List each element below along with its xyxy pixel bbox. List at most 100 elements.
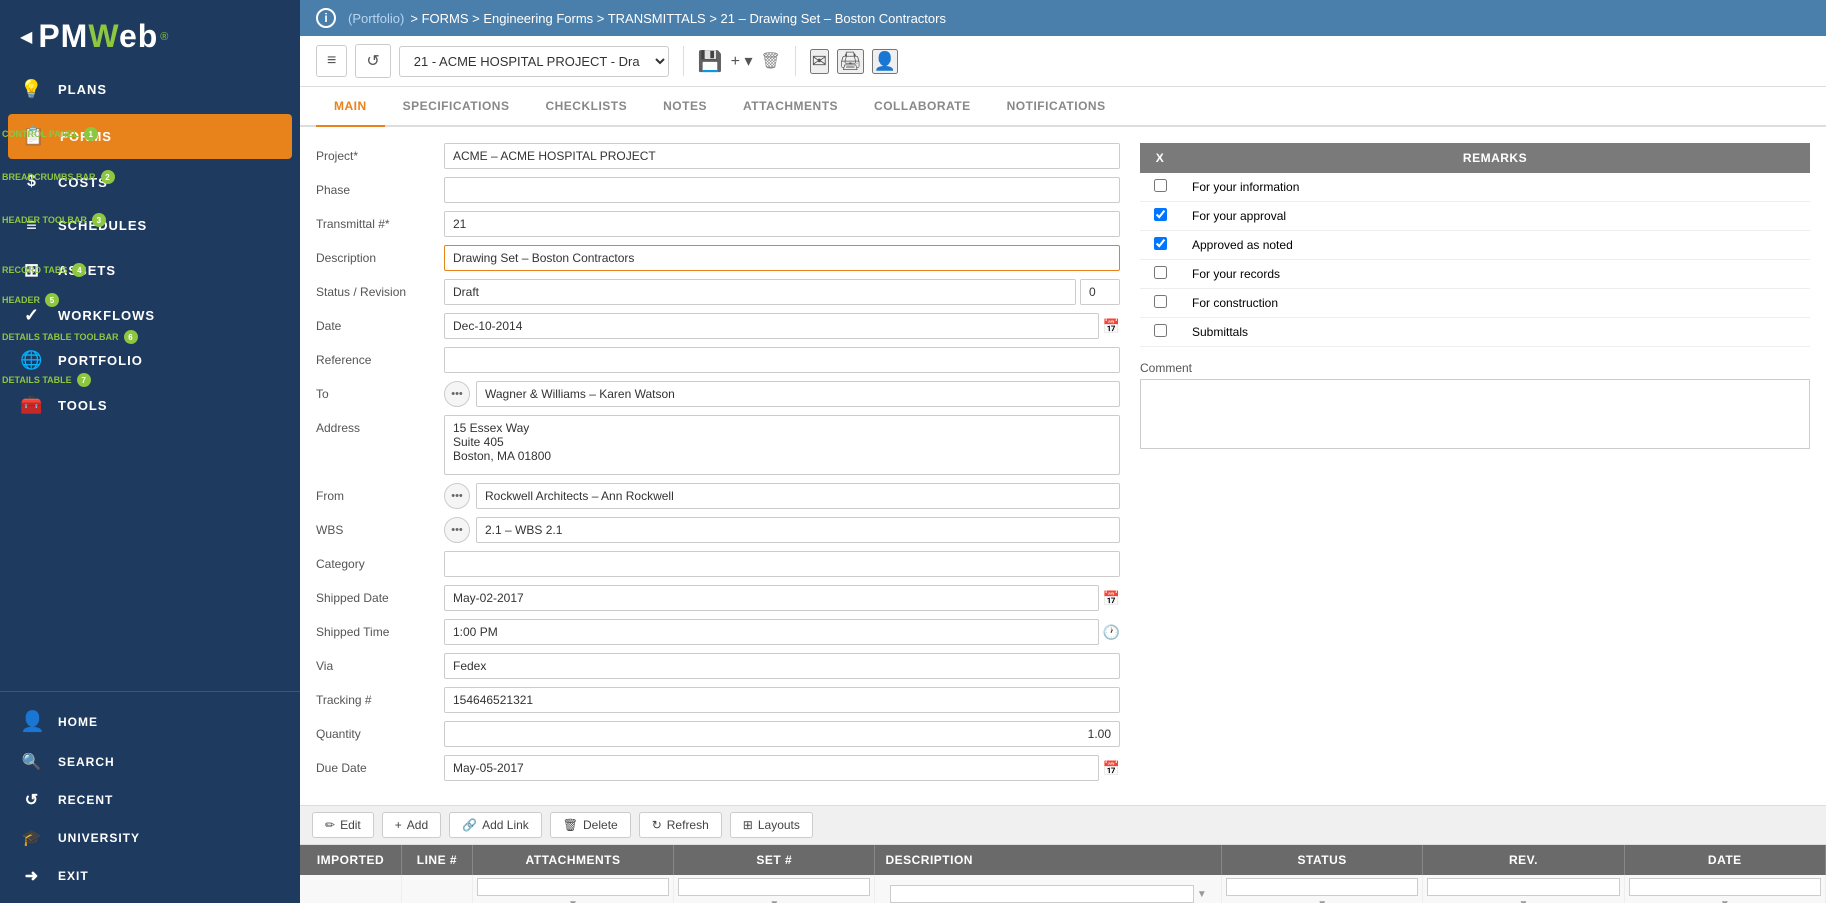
save-button[interactable]: 💾 [698, 49, 723, 74]
project-select[interactable]: ACME – ACME HOSPITAL PROJECT [444, 143, 1120, 169]
wbs-dots-button[interactable]: ••• [444, 517, 470, 543]
address-textarea[interactable]: 15 Essex Way Suite 405 Boston, MA 01800 [444, 415, 1120, 475]
sidebar-item-schedules[interactable]: ≡ SCHEDULES [0, 203, 300, 248]
date-calendar-button[interactable]: 📅 [1103, 318, 1120, 335]
remark-check-4[interactable] [1140, 260, 1180, 289]
tab-checklists[interactable]: CHECKLISTS [527, 87, 645, 127]
date-input[interactable] [444, 313, 1099, 339]
tab-specifications[interactable]: SPECIFICATIONS [385, 87, 528, 127]
sidebar-item-forms[interactable]: 📋 FORMS [8, 114, 292, 159]
from-dots-button[interactable]: ••• [444, 483, 470, 509]
undo-button[interactable]: ↺ [355, 44, 390, 78]
remark-check-2[interactable] [1140, 202, 1180, 231]
filter-rev-icon[interactable]: ▼ [1519, 899, 1529, 903]
back-button[interactable]: ◀ [20, 27, 32, 47]
refresh-button[interactable]: ↻ Refresh [639, 812, 722, 838]
category-select[interactable] [444, 551, 1120, 577]
from-select[interactable]: Rockwell Architects – Ann Rockwell [476, 483, 1120, 509]
to-dots-button[interactable]: ••• [444, 381, 470, 407]
remark-check-3[interactable] [1140, 231, 1180, 260]
hamburger-button[interactable]: ≡ [316, 45, 347, 77]
header-toolbar: ≡ ↺ 21 - ACME HOSPITAL PROJECT - Dra 💾 +… [300, 36, 1826, 87]
sidebar-item-workflows[interactable]: ✓ WORKFLOWS [0, 293, 300, 338]
remark-checkbox-2[interactable] [1154, 208, 1167, 221]
filter-set-input[interactable] [678, 878, 870, 896]
revision-input[interactable] [1080, 279, 1120, 305]
tab-attachments[interactable]: ATTACHMENTS [725, 87, 856, 127]
filter-attachments-input[interactable] [477, 878, 669, 896]
user-button[interactable]: 👤 [872, 49, 898, 74]
filter-status-icon[interactable]: ▼ [1317, 899, 1327, 903]
breadcrumb-portfolio-link[interactable]: (Portfolio) [348, 11, 404, 26]
remark-checkbox-6[interactable] [1154, 324, 1167, 337]
delete-detail-button[interactable]: 🗑 Delete [550, 812, 631, 838]
shipped-date-input[interactable] [444, 585, 1099, 611]
sidebar-item-costs[interactable]: $ COSTS [0, 161, 300, 203]
remark-check-1[interactable] [1140, 173, 1180, 202]
add-button[interactable]: + ▾ [731, 51, 753, 71]
remark-check-6[interactable] [1140, 318, 1180, 347]
via-select[interactable]: Fedex [444, 653, 1120, 679]
filter-rev[interactable]: ▼ [1423, 875, 1624, 903]
tab-collaborate[interactable]: COLLABORATE [856, 87, 989, 127]
phase-select[interactable] [444, 177, 1120, 203]
shipped-date-calendar-button[interactable]: 📅 [1103, 590, 1120, 607]
layouts-button[interactable]: ⊞ Layouts [730, 812, 813, 838]
filter-status[interactable]: ▼ [1222, 875, 1423, 903]
add-link-button[interactable]: 🔗 Add Link [449, 812, 542, 838]
phase-select-wrapper [444, 177, 1120, 203]
sidebar-item-exit[interactable]: ➜ EXIT [0, 857, 300, 895]
sidebar-item-tools[interactable]: 🧰 TOOLS [0, 383, 300, 428]
filter-set-icon[interactable]: ▼ [769, 899, 779, 903]
due-date-calendar-button[interactable]: 📅 [1103, 760, 1120, 777]
remark-check-5[interactable] [1140, 289, 1180, 318]
comment-area: Comment [1140, 361, 1810, 454]
email-button[interactable]: ✉ [810, 49, 829, 74]
filter-attachments-icon[interactable]: ▼ [568, 899, 578, 903]
sidebar-item-home[interactable]: 👤 HOME [0, 700, 300, 743]
shipped-time-input[interactable] [444, 619, 1099, 645]
edit-button[interactable]: ✏ Edit [312, 812, 374, 838]
transmittal-input[interactable] [444, 211, 1120, 237]
tab-notifications[interactable]: NOTIFICATIONS [989, 87, 1124, 127]
sidebar-item-recent[interactable]: ↺ RECENT [0, 781, 300, 819]
description-input[interactable] [444, 245, 1120, 271]
filter-date-icon[interactable]: ▼ [1720, 899, 1730, 903]
filter-attachments[interactable]: ▼ [472, 875, 673, 903]
filter-rev-input[interactable] [1427, 878, 1619, 896]
to-select[interactable]: Wagner & Williams – Karen Watson [476, 381, 1120, 407]
sidebar-item-assets[interactable]: ⊞ ASSETS [0, 248, 300, 293]
delete-button[interactable]: 🗑 [760, 51, 780, 71]
tracking-input[interactable] [444, 687, 1120, 713]
quantity-input[interactable] [444, 721, 1120, 747]
filter-status-input[interactable] [1226, 878, 1418, 896]
filter-description[interactable]: ▼ [875, 875, 1222, 903]
filter-date[interactable]: ▼ [1624, 875, 1825, 903]
tab-notes[interactable]: NOTES [645, 87, 725, 127]
remark-checkbox-3[interactable] [1154, 237, 1167, 250]
sidebar-item-university[interactable]: 🎓 UNIVERSITY [0, 819, 300, 857]
print-button[interactable]: 🖨 [837, 49, 864, 74]
sidebar-item-portfolio[interactable]: 🌐 PORTFOLIO [0, 338, 300, 383]
filter-date-input[interactable] [1629, 878, 1821, 896]
add-detail-button[interactable]: + Add [382, 812, 441, 838]
remark-checkbox-1[interactable] [1154, 179, 1167, 192]
reference-input[interactable] [444, 347, 1120, 373]
sidebar-item-search[interactable]: 🔍 SEARCH [0, 743, 300, 781]
info-icon[interactable]: i [316, 8, 336, 28]
tab-main[interactable]: MAIN [316, 87, 385, 127]
sidebar-bottom: 👤 HOME 🔍 SEARCH ↺ RECENT 🎓 UNIVERSITY ➜ … [0, 691, 300, 903]
remark-checkbox-5[interactable] [1154, 295, 1167, 308]
due-date-input[interactable] [444, 755, 1099, 781]
comment-textarea[interactable] [1140, 379, 1810, 449]
wbs-select[interactable]: 2.1 – WBS 2.1 [476, 517, 1120, 543]
filter-set[interactable]: ▼ [674, 875, 875, 903]
remark-checkbox-4[interactable] [1154, 266, 1167, 279]
status-select[interactable]: Draft [444, 279, 1076, 305]
forms-icon: 📋 [22, 126, 46, 147]
record-dropdown[interactable]: 21 - ACME HOSPITAL PROJECT - Dra [399, 46, 669, 77]
filter-description-icon[interactable]: ▼ [1197, 889, 1207, 900]
sidebar-item-plans[interactable]: 💡 PLANS [0, 67, 300, 112]
time-clock-button[interactable]: 🕐 [1103, 624, 1120, 641]
filter-description-input[interactable] [890, 885, 1194, 903]
